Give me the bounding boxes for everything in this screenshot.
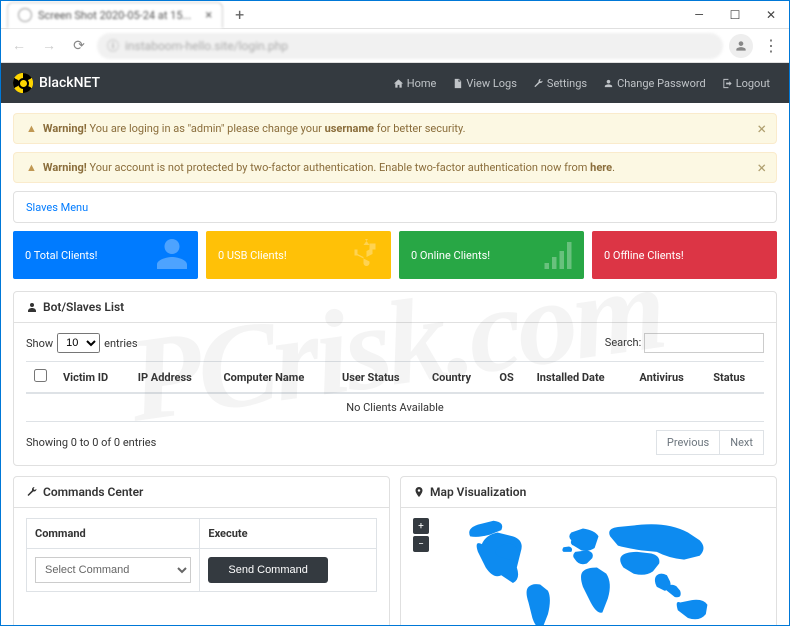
- col-victim-id[interactable]: Victim ID: [55, 362, 130, 394]
- home-icon: [393, 78, 404, 89]
- slaves-menu-link[interactable]: Slaves Menu: [26, 201, 88, 214]
- profile-button[interactable]: [729, 34, 753, 58]
- col-computer-name[interactable]: Computer Name: [215, 362, 334, 394]
- col-ip-address[interactable]: IP Address: [130, 362, 216, 394]
- commands-panel: Commands Center CommandExecute Select Co…: [13, 476, 390, 625]
- stat-usb-clients[interactable]: 0 USB Clients!: [206, 231, 391, 279]
- nav-home[interactable]: Home: [386, 71, 444, 96]
- tab-close-icon[interactable]: ×: [205, 8, 212, 23]
- tab-title: Screen Shot 2020-05-24 at 15...: [38, 9, 191, 22]
- app-header: BlackNET Home View Logs Settings Change …: [1, 63, 789, 103]
- nav-settings[interactable]: Settings: [526, 71, 594, 96]
- forward-button[interactable]: →: [37, 34, 61, 58]
- next-button[interactable]: Next: [720, 430, 764, 455]
- map-visualization[interactable]: + −: [413, 518, 764, 625]
- alert-close-icon[interactable]: ×: [757, 119, 766, 138]
- map-pin-icon: [413, 486, 425, 498]
- browser-tab[interactable]: Screen Shot 2020-05-24 at 15... ×: [7, 2, 223, 28]
- minimize-button[interactable]: —: [681, 8, 717, 22]
- col-installed-date[interactable]: Installed Date: [529, 362, 632, 394]
- alert-2fa-warning: ▲ Warning! Your account is not protected…: [13, 152, 777, 183]
- commands-table: CommandExecute Select Command Send Comma…: [26, 518, 377, 592]
- url-text: instaboom-hello.site/login.php: [125, 39, 288, 53]
- entries-select[interactable]: 10: [57, 333, 100, 353]
- pagination: Previous Next: [656, 430, 764, 455]
- new-tab-button[interactable]: +: [229, 5, 250, 24]
- site-info-icon: ⓘ: [107, 37, 119, 54]
- brand[interactable]: BlackNET: [13, 73, 100, 93]
- table-footer: Showing 0 to 0 of 0 entries Previous Nex…: [26, 430, 764, 455]
- map-zoom-out-button[interactable]: −: [413, 536, 429, 552]
- alert-close-icon[interactable]: ×: [757, 158, 766, 177]
- tab-favicon: [18, 8, 32, 22]
- world-map-icon: [433, 513, 764, 625]
- user-icon: [26, 301, 38, 313]
- signal-icon: [540, 236, 576, 275]
- warning-icon: ▲: [26, 122, 37, 135]
- reload-button[interactable]: ⟳: [67, 34, 91, 58]
- table-empty-row: No Clients Available: [26, 393, 764, 422]
- commands-header: Commands Center: [14, 477, 389, 508]
- wrench-icon: [26, 486, 38, 498]
- entries-label: entries: [104, 337, 137, 350]
- usb-icon: [347, 236, 383, 275]
- show-label: Show: [26, 337, 53, 350]
- col-command: Command: [27, 519, 200, 549]
- col-execute: Execute: [200, 519, 377, 549]
- bot-slaves-panel: Bot/Slaves List Show 10 entries Search:: [13, 291, 777, 466]
- bot-slaves-header: Bot/Slaves List: [14, 292, 776, 323]
- maximize-button[interactable]: ☐: [717, 8, 753, 22]
- col-status[interactable]: Status: [705, 362, 764, 394]
- map-header: Map Visualization: [401, 477, 776, 508]
- alert-username-warning: ▲ Warning! You are loging in as "admin" …: [13, 113, 777, 144]
- file-icon: [452, 78, 463, 89]
- stat-total-clients[interactable]: 0 Total Clients!: [13, 231, 198, 279]
- col-user-status[interactable]: User Status: [334, 362, 424, 394]
- previous-button[interactable]: Previous: [656, 430, 720, 455]
- browser-titlebar: Screen Shot 2020-05-24 at 15... × + — ☐ …: [1, 1, 789, 29]
- search-input[interactable]: [644, 333, 764, 353]
- user-icon: [154, 236, 190, 275]
- search-label: Search:: [605, 336, 641, 349]
- map-zoom-in-button[interactable]: +: [413, 518, 429, 534]
- window-controls: — ☐ ✕: [681, 8, 789, 22]
- wrench-icon: [533, 78, 544, 89]
- map-panel: Map Visualization + −: [400, 476, 777, 625]
- logout-icon: [722, 78, 733, 89]
- brand-name: BlackNET: [39, 75, 100, 91]
- browser-menu-button[interactable]: ⋮: [759, 36, 783, 55]
- col-os[interactable]: OS: [491, 362, 528, 394]
- command-select[interactable]: Select Command: [35, 557, 191, 583]
- user-icon: [734, 39, 748, 53]
- back-button[interactable]: ←: [7, 34, 31, 58]
- nav-change-password[interactable]: Change Password: [596, 71, 713, 96]
- address-bar[interactable]: ⓘ instaboom-hello.site/login.php: [97, 33, 723, 59]
- bot-slaves-table: Victim ID IP Address Computer Name User …: [26, 361, 764, 422]
- user-icon: [603, 78, 614, 89]
- nav-logout[interactable]: Logout: [715, 71, 777, 96]
- header-nav: Home View Logs Settings Change Password …: [386, 71, 777, 96]
- warning-icon: ▲: [26, 161, 37, 174]
- stats-row: 0 Total Clients! 0 USB Clients! 0 Online…: [13, 231, 777, 279]
- col-antivirus[interactable]: Antivirus: [631, 362, 705, 394]
- table-controls: Show 10 entries Search:: [26, 333, 764, 353]
- browser-toolbar: ← → ⟳ ⓘ instaboom-hello.site/login.php ⋮: [1, 29, 789, 63]
- brand-logo-icon: [13, 73, 33, 93]
- nav-view-logs[interactable]: View Logs: [445, 71, 524, 96]
- table-info: Showing 0 to 0 of 0 entries: [26, 436, 156, 449]
- close-window-button[interactable]: ✕: [753, 8, 789, 22]
- stat-online-clients[interactable]: 0 Online Clients!: [399, 231, 584, 279]
- send-command-button[interactable]: Send Command: [208, 557, 328, 583]
- slaves-menu-panel: Slaves Menu: [13, 191, 777, 223]
- table-header-row: Victim ID IP Address Computer Name User …: [26, 362, 764, 394]
- empty-message: No Clients Available: [26, 393, 764, 422]
- select-all-checkbox[interactable]: [34, 369, 47, 382]
- stat-offline-clients[interactable]: 0 Offline Clients!: [592, 231, 777, 279]
- col-country[interactable]: Country: [424, 362, 491, 394]
